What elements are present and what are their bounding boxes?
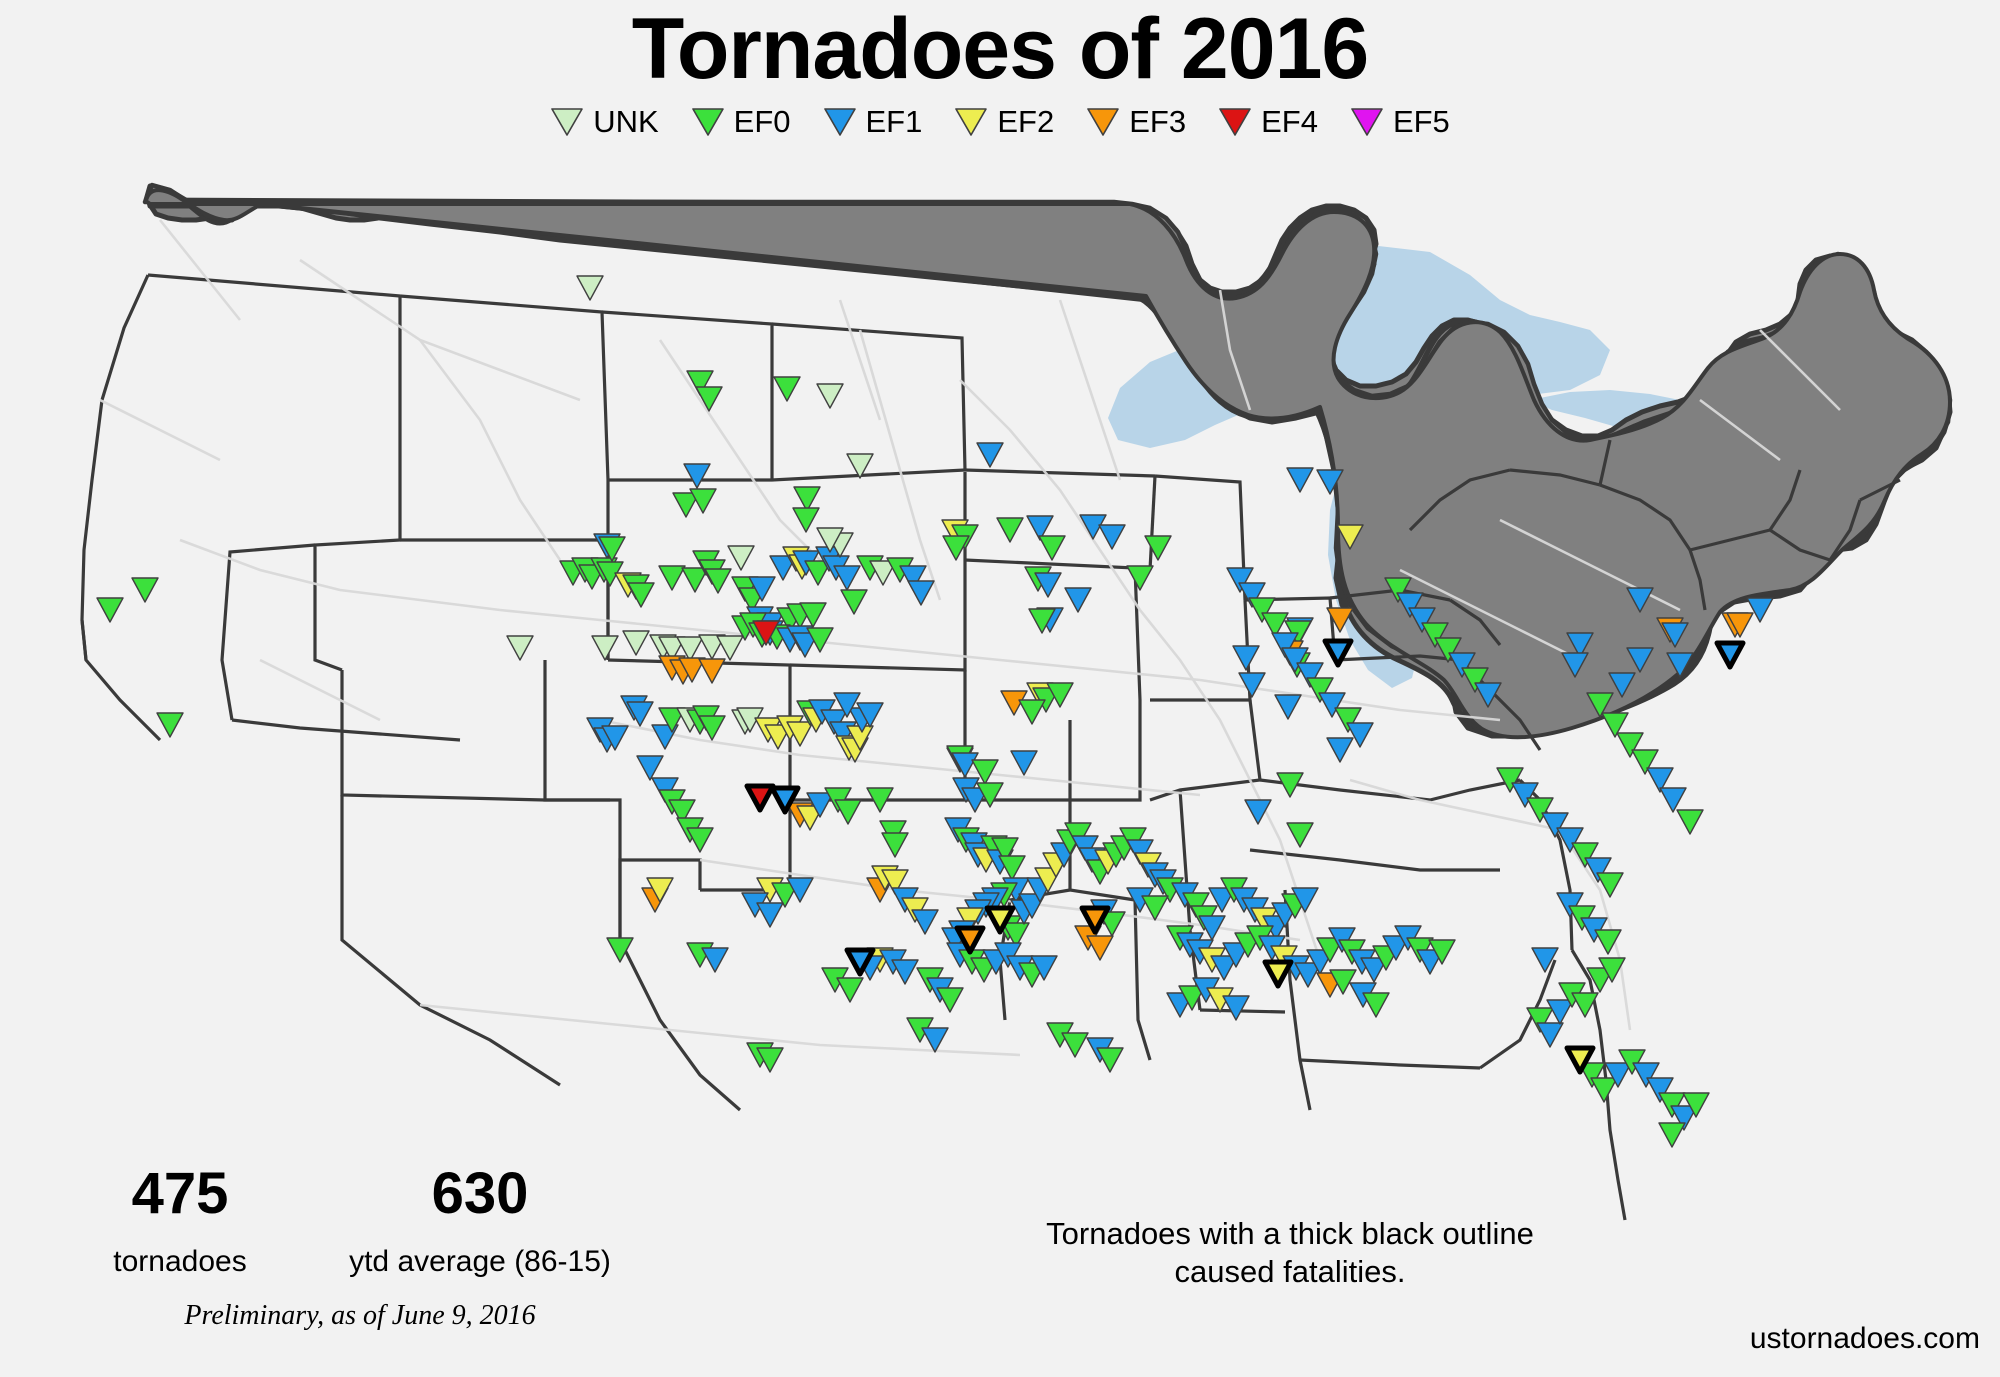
tornado-marker-unk[interactable] [591,635,619,661]
tornado-marker-ef1[interactable] [833,565,861,591]
tornado-marker-ef0[interactable] [996,517,1024,543]
tornado-marker-ef1[interactable] [1346,722,1374,748]
map-svg[interactable] [0,100,2000,1280]
tornado-marker-ef1[interactable] [907,580,935,606]
tornado-marker-ef1[interactable] [683,463,711,489]
tornado-marker-ef0[interactable] [704,568,732,594]
tornado-marker-ef0[interactable] [627,582,655,608]
tornado-marker-ef0[interactable] [1590,1077,1618,1103]
tornado-marker-ef1[interactable] [1098,524,1126,550]
tornado-marker-ef1[interactable] [911,909,939,935]
tornado-marker-ef0[interactable] [1362,992,1390,1018]
tornado-marker-ef0[interactable] [1286,822,1314,848]
tornado-marker-ef1[interactable] [1746,597,1774,623]
tornado-marker-ef4-fatal[interactable] [744,783,776,813]
tornado-marker-ef1[interactable] [976,442,1004,468]
tornado-marker-unk[interactable] [716,635,744,661]
tornado-marker-ef1-fatal[interactable] [1714,640,1746,670]
tornado-marker-ef0[interactable] [840,589,868,615]
tornado-marker-ef1[interactable] [1232,645,1260,671]
tornado-marker-ef1[interactable] [701,947,729,973]
tornado-marker-ef1[interactable] [756,902,784,928]
tornado-marker-ef0[interactable] [658,565,686,591]
tornado-marker-ef1[interactable] [1222,995,1250,1021]
tornado-map-page: Tornadoes of 2016 UNK EF0 EF1 EF2 EF3 EF4 EF5 [0,0,2000,1377]
tornado-marker-ef3[interactable] [1086,935,1114,961]
tornado-marker-ef0[interactable] [1676,809,1704,835]
source-credit: ustornadoes.com [1749,1322,1980,1355]
tornado-marker-ef0[interactable] [1126,565,1154,591]
tornado-marker-ef1[interactable] [1238,672,1266,698]
tornado-marker-ef0[interactable] [96,597,124,623]
tornado-marker-ef1[interactable] [1659,787,1687,813]
tornado-marker-ef0[interactable] [1141,895,1169,921]
tornado-marker-ef0[interactable] [1038,535,1066,561]
preliminary-note: Preliminary, as of June 9, 2016 [184,1300,536,1331]
tornado-marker-ef0[interactable] [1144,535,1172,561]
tornado-marker-ef0[interactable] [1658,1122,1686,1148]
tornado-marker-ef0[interactable] [881,832,909,858]
tornado-marker-ef1[interactable] [1536,1022,1564,1048]
us-tornado-map[interactable] [0,100,2000,1280]
tornado-marker-ef0[interactable] [1061,1032,1089,1058]
tornado-marker-ef1[interactable] [921,1027,949,1053]
tornado-marker-ef1[interactable] [636,755,664,781]
tornado-marker-ef1[interactable] [1274,694,1302,720]
tornado-marker-unk[interactable] [576,275,604,301]
tornado-marker-ef1[interactable] [891,959,919,985]
tornado-marker-unk[interactable] [622,630,650,656]
tornado-marker-ef0[interactable] [131,577,159,603]
tornado-marker-unk[interactable] [506,635,534,661]
tornado-marker-ef1[interactable] [1286,467,1314,493]
tornado-marker-ef0[interactable] [834,799,862,825]
tornado-marker-ef0[interactable] [773,376,801,402]
page-title: Tornadoes of 2016 [631,1,1370,97]
tornado-marker-ef3[interactable] [698,658,726,684]
tornado-marker-unk[interactable] [727,545,755,571]
tornado-marker-ef0[interactable] [1018,699,1046,725]
tornado-marker-ef1[interactable] [1010,750,1038,776]
tornado-marker-ef2-fatal[interactable] [1262,959,1294,989]
tornado-marker-ef0[interactable] [156,712,184,738]
tornado-marker-ef1[interactable] [1064,587,1092,613]
tornado-marker-ef1[interactable] [1326,737,1354,763]
tornado-marker-unk[interactable] [816,383,844,409]
tornado-marker-ef0[interactable] [792,507,820,533]
tornado-marker-ef0[interactable] [836,977,864,1003]
tornado-marker-ef1-fatal[interactable] [1322,638,1354,668]
